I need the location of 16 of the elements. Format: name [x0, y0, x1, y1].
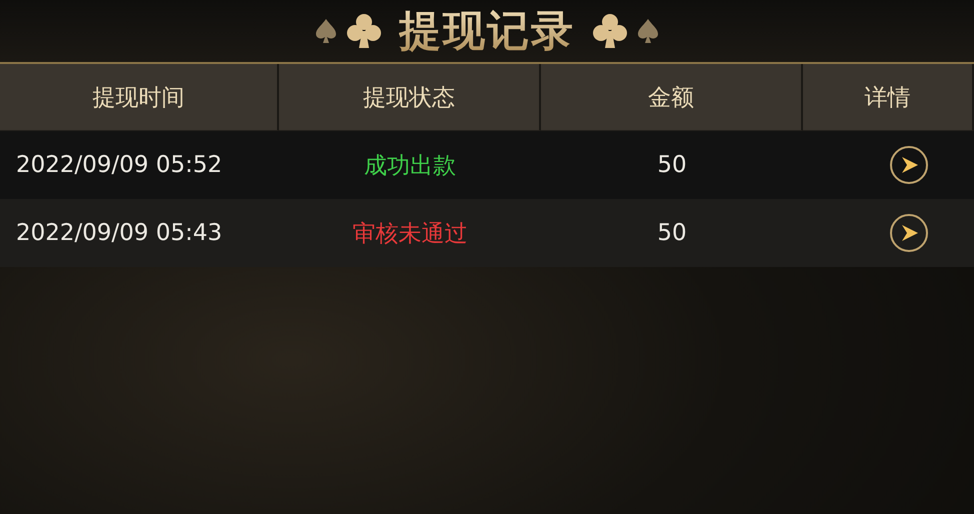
- club-icon: [593, 13, 627, 49]
- details-button[interactable]: [890, 214, 928, 252]
- column-header: 提现时间: [0, 64, 279, 131]
- spade-icon: [315, 18, 337, 44]
- status-text: 成功出款: [364, 152, 456, 180]
- table-cell: 50: [541, 131, 803, 199]
- spade-icon: [637, 18, 659, 44]
- table-cell: 2022/09/09 05:52: [0, 131, 279, 199]
- details-button[interactable]: [890, 146, 928, 184]
- status-text: 审核未通过: [352, 220, 468, 248]
- column-header: 提现状态: [279, 64, 541, 131]
- table-cell: 50: [541, 199, 803, 267]
- column-header: 详情: [803, 64, 974, 131]
- table-cell: 2022/09/09 05:43: [0, 199, 279, 267]
- column-header: 金额: [541, 64, 803, 131]
- club-icon: [347, 13, 381, 49]
